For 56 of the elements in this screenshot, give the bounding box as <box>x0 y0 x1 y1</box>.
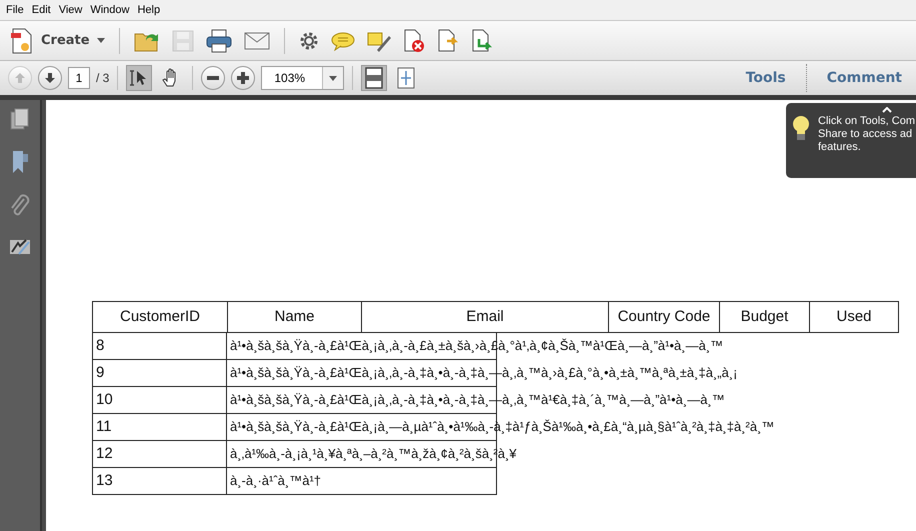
document-delete-icon[interactable] <box>402 28 425 52</box>
column-header: Used <box>809 302 898 332</box>
down-arrow-icon <box>44 72 56 84</box>
zoom-dropdown[interactable]: 103% <box>261 66 344 90</box>
page-fit-icon <box>397 67 416 89</box>
plus-icon <box>237 72 250 84</box>
column-header: Budget <box>719 302 809 332</box>
printer-icon[interactable] <box>206 28 232 52</box>
text-edit-icon[interactable] <box>366 30 391 52</box>
fit-width-button[interactable] <box>361 65 388 91</box>
minus-icon <box>207 76 220 80</box>
zoom-out-button[interactable] <box>201 66 226 90</box>
table-cell: 12 <box>93 441 227 467</box>
tooltip-text: Click on Tools, Com <box>818 115 915 128</box>
page-number-field[interactable]: 1 <box>68 67 90 89</box>
tooltip-text: Share to access ad <box>818 128 914 141</box>
bookmark-icon[interactable] <box>11 150 29 174</box>
cursor-icon <box>130 69 148 87</box>
page-width-icon <box>365 67 384 89</box>
envelope-icon[interactable] <box>244 30 270 50</box>
column-header: CustomerID <box>118 307 202 327</box>
menu-item[interactable]: File <box>2 4 28 16</box>
signature-icon[interactable] <box>9 238 31 256</box>
next-page-button[interactable] <box>38 66 62 90</box>
pane-tab[interactable]: Comment <box>812 70 916 86</box>
select-tool-button[interactable] <box>126 65 152 91</box>
table-cell: 9 <box>93 360 227 386</box>
pane-tab[interactable]: Tools <box>732 70 800 86</box>
menu-item[interactable]: Help <box>133 4 164 16</box>
column-header: Name <box>227 302 361 332</box>
menu-item[interactable]: View <box>54 4 86 16</box>
table-cell: 10 <box>93 387 227 413</box>
zoom-in-button[interactable] <box>231 66 256 90</box>
table-cell: 8 <box>93 333 227 359</box>
pages-icon[interactable] <box>10 108 30 130</box>
menu-item[interactable]: Window <box>86 4 134 16</box>
up-arrow-icon <box>14 72 26 84</box>
document-export-icon[interactable] <box>470 28 493 52</box>
name-text: à¸-à¸·à¹ˆà¸™à¹† <box>230 473 322 488</box>
document-arrow-icon[interactable] <box>436 28 459 52</box>
speech-bubble-icon[interactable] <box>330 30 355 50</box>
caret-icon <box>329 76 338 80</box>
chevron-up-icon[interactable] <box>882 107 892 113</box>
gear-icon[interactable] <box>298 30 319 50</box>
caret-icon <box>96 38 105 43</box>
column-header: Country Code <box>608 302 719 332</box>
paperclip-icon[interactable] <box>10 194 30 218</box>
table-cell: 13 <box>93 468 227 494</box>
document-icon <box>10 28 34 54</box>
page-count: / 3 <box>96 71 110 85</box>
table-cell: 11 <box>93 414 227 440</box>
column-header: Email <box>361 302 608 332</box>
lightbulb-icon <box>792 115 810 143</box>
create-button[interactable]: Create <box>10 28 105 54</box>
menu-item[interactable]: Edit <box>28 4 55 16</box>
tooltip-text: features. <box>818 141 862 154</box>
